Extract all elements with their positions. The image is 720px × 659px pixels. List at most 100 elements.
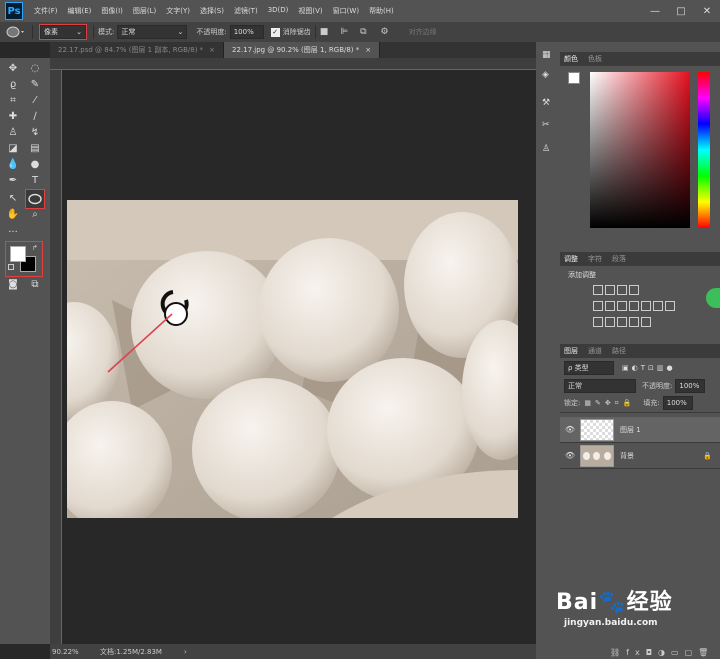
color-lookup-icon[interactable] xyxy=(665,301,675,311)
blend-mode-select[interactable]: 正常 ⌄ xyxy=(117,25,188,39)
layers-footer-icons[interactable]: ⛓fx◘◑▭▢🗑 xyxy=(610,648,714,657)
layer-row-background[interactable]: 👁 背景 🔒 xyxy=(560,443,720,469)
layer-opacity-input[interactable]: 100% xyxy=(675,379,706,393)
marquee-tool-icon[interactable]: ◌ xyxy=(28,62,42,76)
tab-character[interactable]: 字符 xyxy=(588,254,602,264)
layer-filter-select[interactable]: ρ 类型 xyxy=(564,361,614,375)
swap-colors-icon[interactable]: ↱ xyxy=(32,244,38,252)
menu-item[interactable]: 图层(L) xyxy=(128,6,161,16)
channel-mixer-icon[interactable] xyxy=(653,301,663,311)
healing-brush-icon[interactable]: ✚ xyxy=(6,110,20,124)
dodge-tool-icon[interactable]: ● xyxy=(28,158,42,172)
edit-toolbar-icon[interactable]: ··· xyxy=(6,226,20,240)
path-arrangement-icon[interactable]: ⧉ xyxy=(360,27,366,37)
close-icon[interactable]: × xyxy=(365,46,371,54)
menu-item[interactable]: 窗口(W) xyxy=(328,6,364,16)
fill-input[interactable]: 100% xyxy=(662,396,693,410)
invert-icon[interactable] xyxy=(593,317,603,327)
color-balance-icon[interactable] xyxy=(617,301,627,311)
tab-paths[interactable]: 路径 xyxy=(612,346,626,356)
tab-jpg[interactable]: 22.17.jpg @ 90.2% (图层 1, RGB/8) * × xyxy=(224,42,381,58)
move-tool-icon[interactable]: ✥ xyxy=(6,62,20,76)
levels-icon[interactable] xyxy=(605,285,615,295)
hand-tool-icon[interactable]: ✋ xyxy=(6,208,20,222)
tool-preset-picker[interactable] xyxy=(6,25,28,39)
tab-psd[interactable]: 22.17.psd @ 84.7% (图层 1 副本, RGB/8) * × xyxy=(50,42,225,58)
menu-item[interactable]: 滤镜(T) xyxy=(229,6,263,16)
tab-adjustments[interactable]: 调整 xyxy=(564,254,578,264)
gradient-tool-icon[interactable]: ▤ xyxy=(28,142,42,156)
minimize-button[interactable]: — xyxy=(642,6,668,17)
color-field[interactable] xyxy=(590,72,690,228)
eye-icon[interactable]: 👁 xyxy=(560,451,580,460)
close-icon[interactable]: × xyxy=(209,46,215,54)
tab-layers[interactable]: 图层 xyxy=(564,346,578,356)
tab-swatches[interactable]: 色板 xyxy=(588,54,602,64)
tools-preset-icon[interactable]: ✂ xyxy=(542,120,550,130)
eye-icon[interactable]: 👁 xyxy=(560,425,580,434)
close-button[interactable]: ✕ xyxy=(694,6,720,17)
quick-select-icon[interactable]: ✎ xyxy=(28,78,42,92)
pen-tool-icon[interactable]: ✒ xyxy=(6,174,20,188)
history-brush-icon[interactable]: ↯ xyxy=(28,126,42,140)
floating-badge[interactable] xyxy=(706,288,720,308)
zoom-level[interactable]: 90.22% xyxy=(50,648,100,656)
menu-item[interactable]: 视图(V) xyxy=(293,6,327,16)
menu-item[interactable]: 文字(Y) xyxy=(161,6,195,16)
path-alignment-icon[interactable]: ⊫ xyxy=(340,27,348,37)
threshold-icon[interactable] xyxy=(617,317,627,327)
filter-icons[interactable]: ▣◐T⊡▥● xyxy=(622,364,676,372)
gear-icon[interactable]: ⚙ xyxy=(381,27,389,37)
path-operations-icon[interactable]: ■ xyxy=(320,27,329,37)
type-tool-icon[interactable]: T xyxy=(28,174,42,188)
opacity-input[interactable]: 100% xyxy=(229,25,264,39)
menu-item[interactable]: 编辑(E) xyxy=(63,6,97,16)
brush-panel-icon[interactable]: ⚒ xyxy=(542,98,550,108)
eyedropper-icon[interactable]: ⁄ xyxy=(28,94,42,108)
default-colors-icon[interactable] xyxy=(8,264,14,270)
clone-source-icon[interactable]: ♙ xyxy=(542,144,550,154)
path-select-icon[interactable]: ↖ xyxy=(6,192,20,206)
photo-filter-icon[interactable] xyxy=(641,301,651,311)
pixel-mode-select[interactable]: 像素 ⌄ xyxy=(39,24,87,40)
menu-item[interactable]: 帮助(H) xyxy=(364,6,399,16)
vibrance-icon[interactable] xyxy=(593,301,603,311)
blur-tool-icon[interactable]: 💧 xyxy=(6,158,20,172)
curves-icon[interactable] xyxy=(617,285,627,295)
layer-blend-select[interactable]: 正常 xyxy=(564,379,636,393)
tab-paragraph[interactable]: 段落 xyxy=(612,254,626,264)
tab-color[interactable]: 颜色 xyxy=(564,54,578,64)
lock-icons[interactable]: ▦✎✥⌗🔒 xyxy=(584,399,635,408)
status-menu-arrow[interactable]: › xyxy=(184,648,187,656)
menu-item[interactable]: 文件(F) xyxy=(29,6,63,16)
menu-item[interactable]: 图像(I) xyxy=(96,6,128,16)
gradient-map-icon[interactable] xyxy=(629,317,639,327)
history-panel-icon[interactable]: ▦ xyxy=(542,50,551,60)
maximize-button[interactable]: □ xyxy=(668,6,694,17)
crop-tool-icon[interactable]: ⌗ xyxy=(6,94,20,108)
properties-panel-icon[interactable]: ◈ xyxy=(542,70,549,80)
ellipse-tool-button[interactable] xyxy=(25,189,45,209)
hue-slider[interactable] xyxy=(698,72,710,228)
quick-mask-icon[interactable]: ◙ xyxy=(6,278,20,292)
tab-channels[interactable]: 通道 xyxy=(588,346,602,356)
eraser-tool-icon[interactable]: ◪ xyxy=(6,142,20,156)
exposure-icon[interactable] xyxy=(629,285,639,295)
posterize-icon[interactable] xyxy=(605,317,615,327)
screen-mode-icon[interactable]: ⧉ xyxy=(28,278,42,292)
menu-item[interactable]: 选择(S) xyxy=(195,6,229,16)
antialias-checkbox[interactable]: ✓ xyxy=(270,27,280,37)
zoom-tool-icon[interactable]: ⌕ xyxy=(28,208,42,222)
layer-row-1[interactable]: 👁 图层 1 xyxy=(560,417,720,443)
canvas-area[interactable] xyxy=(62,70,536,644)
fg-color-swatch[interactable] xyxy=(568,72,580,84)
menu-item[interactable]: 3D(D) xyxy=(263,6,294,16)
foreground-color-swatch[interactable] xyxy=(10,246,26,262)
hue-saturation-icon[interactable] xyxy=(605,301,615,311)
brush-tool-icon[interactable]: ∕ xyxy=(28,110,42,124)
selective-color-icon[interactable] xyxy=(641,317,651,327)
brightness-icon[interactable] xyxy=(593,285,603,295)
black-white-icon[interactable] xyxy=(629,301,639,311)
clone-stamp-icon[interactable]: ♙ xyxy=(6,126,20,140)
lasso-tool-icon[interactable]: ϱ xyxy=(6,78,20,92)
